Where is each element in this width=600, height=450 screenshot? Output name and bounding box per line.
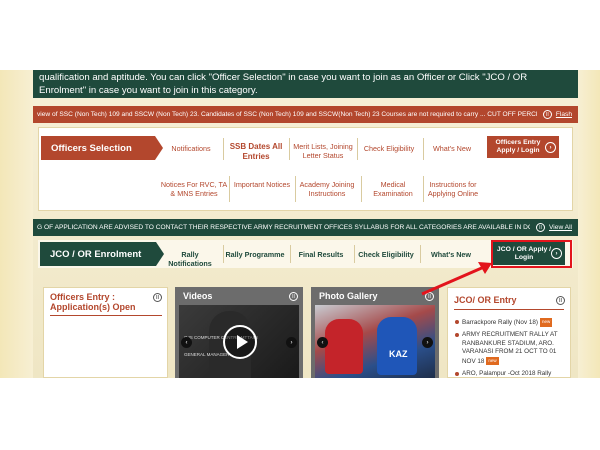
divider <box>454 309 564 310</box>
intro-text: qualification and aptitude. You can clic… <box>33 70 578 98</box>
jco-whats-new-link[interactable]: What's New <box>422 250 480 259</box>
more-icon[interactable]: II <box>425 292 434 301</box>
rally-notifications-link[interactable]: Rally Notifications <box>160 250 220 268</box>
academy-joining-link[interactable]: Academy Joining Instructions <box>297 180 357 198</box>
video-subcaption: GENERAL MANAGER <box>184 352 230 357</box>
list-item[interactable]: ARMY RECRUITMENT RALLY AT RANBANKURE STA… <box>454 331 568 366</box>
officers-entry-login-label: Officers Entry Apply / Login <box>495 139 541 154</box>
video-player[interactable]: OJS COMPUTER CENTRE MTTAMI GENERAL MANAG… <box>179 305 299 378</box>
merit-lists-link[interactable]: Merit Lists, Joining Letter Status <box>291 142 355 160</box>
officer-whats-new-link[interactable]: What's New <box>425 144 479 153</box>
prev-arrow-icon[interactable]: ‹ <box>317 337 328 348</box>
jersey-text: KAZ <box>389 349 408 359</box>
pause-icon[interactable]: II <box>536 223 546 232</box>
final-results-link[interactable]: Final Results <box>292 250 350 259</box>
officers-entry-card-title[interactable]: Officers Entry : Application(s) Open <box>50 292 167 312</box>
divider <box>50 315 162 316</box>
photo-gallery-card-title[interactable]: Photo Gallery <box>319 291 378 301</box>
rvc-ta-mns-notices-link[interactable]: Notices For RVC, TA & MNS Entries <box>159 180 229 198</box>
pause-icon[interactable]: II <box>556 296 565 305</box>
flash-ticker-text[interactable]: view of SSC (Non Tech) 109 and SSCW (Non… <box>33 111 537 118</box>
jco-or-entry-card: JCO/ OR Entry II Barrackpore Rally (Nov … <box>447 287 571 378</box>
pause-icon[interactable]: II <box>542 110 552 119</box>
play-icon[interactable] <box>223 325 257 359</box>
notice-ticker-text[interactable]: G OF APPLICATION ARE ADVISED TO CONTACT … <box>33 224 530 231</box>
officers-entry-card: Officers Entry : Application(s) Open II <box>43 287 168 378</box>
jco-check-eligibility-link[interactable]: Check Eligibility <box>356 250 416 259</box>
left-border <box>0 70 33 378</box>
ssb-dates-link[interactable]: SSB Dates All Entries <box>227 142 285 162</box>
right-border <box>578 70 600 378</box>
notice-ticker: G OF APPLICATION ARE ADVISED TO CONTACT … <box>33 219 578 236</box>
prev-arrow-icon[interactable]: ‹ <box>181 337 192 348</box>
officers-selection-tab[interactable]: Officers Selection <box>41 136 163 160</box>
officer-notifications-link[interactable]: Notifications <box>163 144 219 153</box>
next-arrow-icon[interactable]: › <box>422 337 433 348</box>
rally-programme-link[interactable]: Rally Programme <box>225 250 285 259</box>
new-badge: new <box>486 356 499 366</box>
pause-icon[interactable]: II <box>153 293 162 302</box>
jco-or-entry-card-title[interactable]: JCO/ OR Entry <box>454 295 517 305</box>
medical-examination-link[interactable]: Medical Examination <box>365 180 421 198</box>
flash-link[interactable]: Flash <box>556 111 578 118</box>
officers-entry-login-button[interactable]: Officers Entry Apply / Login › <box>487 136 559 158</box>
officers-selection-panel: Officers Selection Notifications SSB Dat… <box>38 127 573 211</box>
more-icon[interactable]: II <box>289 292 298 301</box>
next-arrow-icon[interactable]: › <box>286 337 297 348</box>
officer-check-eligibility-link[interactable]: Check Eligibility <box>359 144 419 153</box>
arrow-right-icon: › <box>545 142 556 153</box>
page-frame: qualification and aptitude. You can clic… <box>0 70 600 378</box>
applying-online-link[interactable]: Instructions for Applying Online <box>425 180 481 198</box>
flash-ticker: view of SSC (Non Tech) 109 and SSCW (Non… <box>33 106 578 123</box>
jco-enrolment-tab[interactable]: JCO / OR Enrolment <box>40 242 164 266</box>
boxing-photo[interactable]: KAZ ‹ › <box>315 305 435 378</box>
new-badge: new <box>539 318 553 327</box>
jco-news-list: Barrackpore Rally (Nov 18) new ARMY RECRU… <box>454 318 568 378</box>
important-notices-link[interactable]: Important Notices <box>231 180 293 189</box>
videos-card-title[interactable]: Videos <box>183 291 212 301</box>
boxer-blue <box>377 317 417 375</box>
list-item[interactable]: ARO, Palampur -Oct 2018 Rally <box>454 370 568 378</box>
view-all-link[interactable]: View All <box>549 224 578 231</box>
videos-card: Videos II OJS COMPUTER CENTRE MTTAMI GEN… <box>175 287 303 378</box>
boxer-red <box>325 319 363 374</box>
photo-gallery-card: Photo Gallery II KAZ ‹ › <box>311 287 439 378</box>
list-item[interactable]: Barrackpore Rally (Nov 18) new <box>454 318 568 327</box>
highlight-box <box>491 240 572 268</box>
